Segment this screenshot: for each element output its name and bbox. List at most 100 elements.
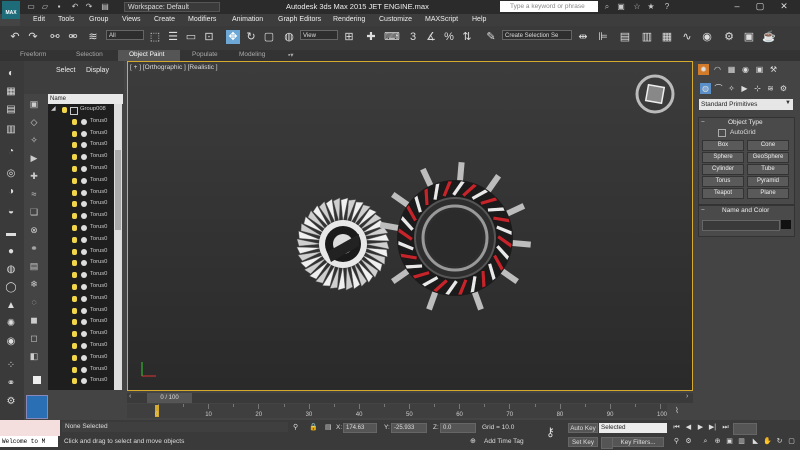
render-production-icon[interactable]: ☕ [762,30,776,44]
visibility-bulb-icon[interactable] [72,354,77,361]
tab-selection[interactable]: Selection [76,51,103,58]
perspective-viewport[interactable] [127,61,693,391]
named-selection-dropdown[interactable]: Create Selection Se [502,30,572,40]
scene-scroll-thumb[interactable] [115,150,121,230]
list-item-group[interactable]: ◢ Group008 [48,104,114,116]
curve-editor-icon[interactable]: ∿ [680,30,694,44]
list-item[interactable]: Torus0 [48,316,114,328]
selection-lock-icon[interactable]: 🔒 [309,423,318,431]
time-slider-track[interactable] [127,393,693,403]
visibility-bulb-icon[interactable] [72,307,77,314]
rollout-collapse-icon[interactable]: − [701,119,705,126]
filter-bones-icon[interactable]: ⚭ [27,242,41,254]
systems-icon[interactable]: ⚙ [778,83,789,94]
object-name-input[interactable] [702,220,780,231]
list-item[interactable]: Torus0 [48,198,114,210]
place-icon[interactable]: ◍ [282,30,296,44]
visibility-bulb-icon[interactable] [72,177,77,184]
keyboard-shortcut-icon[interactable]: ⌨ [384,30,400,44]
goto-start-icon[interactable]: ⏮ [671,423,682,433]
cone-button[interactable]: Cone [747,140,789,151]
bind-space-warp-icon[interactable]: ≋ [86,30,100,44]
expand-arrow-icon[interactable]: ◢ [51,104,55,116]
scene-scrollbar[interactable] [114,104,122,390]
turbine-fan[interactable] [296,197,390,291]
list-item[interactable]: Torus0 [48,340,114,352]
primitive-category-dropdown[interactable]: Standard Primitives [699,99,793,110]
isolate-selection-icon[interactable]: ⚲ [293,423,298,431]
modify-tab-icon[interactable]: ◠ [712,64,723,75]
graphite-toolset-icon[interactable]: ▦ [660,30,674,44]
visibility-bulb-icon[interactable] [72,154,77,161]
visibility-bulb-icon[interactable] [72,166,77,172]
layer-explorer-icon[interactable]: ▤ [618,30,632,44]
undo-icon[interactable]: ↶ [70,2,80,12]
mirror-icon[interactable]: ⇹ [576,30,590,44]
menu-views[interactable]: Views [122,16,141,23]
menu-animation[interactable]: Animation [232,16,263,23]
list-item[interactable]: Torus0 [48,246,114,258]
time-config-icon[interactable]: ⚙ [683,437,694,447]
visibility-bulb-icon[interactable] [72,260,77,267]
cylinder-button[interactable]: Cylinder [702,164,744,175]
sphere-icon[interactable]: ● [4,246,18,258]
visibility-bulb-icon[interactable] [72,201,77,208]
tab-freeform[interactable]: Freeform [20,51,46,58]
move-icon[interactable]: ✥ [226,30,240,44]
undo-icon[interactable]: ↶ [8,30,22,44]
object-color-swatch[interactable] [781,220,791,229]
visibility-bulb-icon[interactable] [72,366,77,373]
filter-all-icon[interactable]: ◼ [27,314,41,326]
new-file-icon[interactable]: ▭ [26,2,36,12]
visibility-bulb-icon[interactable] [72,343,77,349]
key-filters-button[interactable]: Key Filters... [612,437,664,447]
create-tab-icon[interactable]: ✹ [698,64,709,75]
object-type-title[interactable]: Object Type [728,119,763,126]
visibility-bulb-icon[interactable] [72,130,77,137]
app-logo-button[interactable]: MAX [2,1,20,19]
z-coord-field[interactable]: 0.0 [440,423,476,433]
minimize-button[interactable]: – [726,0,748,13]
time-tag-icon[interactable]: ⊕ [470,437,476,445]
list-item[interactable]: Torus0 [48,257,114,269]
set-key-icon[interactable] [601,437,613,449]
redo-icon[interactable]: ↷ [84,2,94,12]
light-icon[interactable]: ◔ [4,146,18,158]
torus-icon[interactable]: ◯ [4,282,18,294]
hierarchy-tab-icon[interactable]: ▦ [726,64,737,75]
list-item[interactable]: Torus0 [48,281,114,293]
name-color-title[interactable]: Name and Color [722,207,769,214]
selection-region-icon[interactable]: ▭ [184,30,198,44]
menu-group[interactable]: Group [89,16,108,23]
layout-icon[interactable]: ▥ [4,124,18,136]
menu-create[interactable]: Create [154,16,175,23]
filter-cameras-icon[interactable]: ▶ [27,152,41,164]
project-folder-icon[interactable]: ▤ [100,2,110,12]
visibility-bulb-icon[interactable] [72,225,77,231]
menu-maxscript[interactable]: MAXScript [425,16,458,23]
visibility-bulb-icon[interactable] [72,213,77,220]
pyramid-button[interactable]: Pyramid [747,176,789,187]
help-search-input[interactable]: Type a keyword or phrase [500,1,598,12]
list-item[interactable]: Torus0 [48,187,114,199]
menu-rendering[interactable]: Rendering [333,16,365,23]
favorites-icon[interactable]: ★ [646,2,656,12]
plane-button[interactable]: Plane [747,188,789,199]
spinner-snap-icon[interactable]: ⇅ [460,30,474,44]
key-mode-icon[interactable]: ⚷ [546,425,555,439]
scene-tab-display[interactable]: Display [86,67,109,74]
menu-edit[interactable]: Edit [33,16,45,23]
list-item[interactable]: Torus0 [48,364,114,376]
teapot-icon[interactable]: ◉ [4,336,18,348]
angle-snap-icon[interactable]: ∡ [424,30,438,44]
list-item[interactable]: Torus0 [48,352,114,364]
x-coord-field[interactable]: 174.63 [343,423,377,433]
zoom-extents-all-icon[interactable]: ▥ [736,437,747,447]
unlink-icon[interactable]: ⚮ [66,30,80,44]
save-icon[interactable]: ▪ [54,2,64,12]
menu-tools[interactable]: Tools [58,16,74,23]
search-icon[interactable]: ⌕ [602,2,612,12]
visibility-bulb-icon[interactable] [72,378,77,385]
list-item[interactable]: Torus0 [48,139,114,151]
helpers-icon[interactable]: ⊹ [752,83,763,94]
